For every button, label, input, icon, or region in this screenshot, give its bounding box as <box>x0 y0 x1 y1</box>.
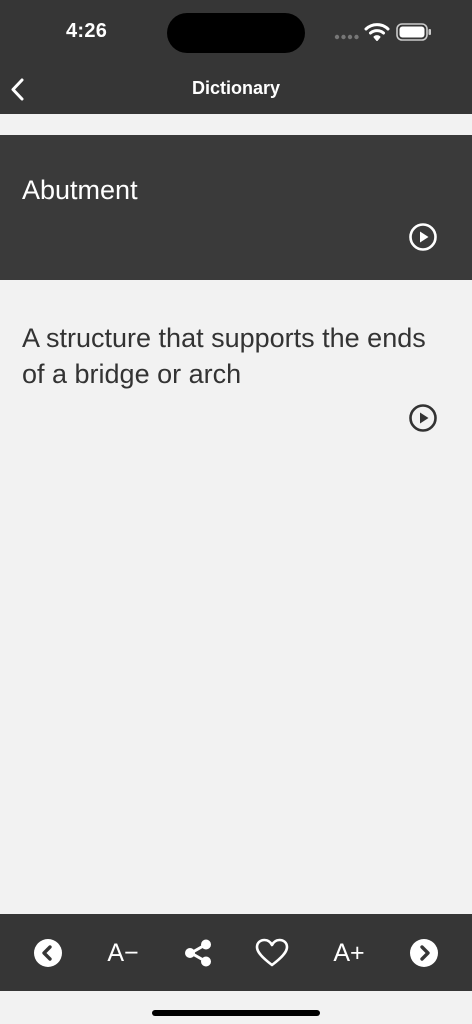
status-time: 4:26 <box>66 20 108 42</box>
increase-font-button[interactable]: A+ <box>326 934 372 972</box>
share-icon <box>185 939 211 967</box>
previous-circle-icon <box>34 939 62 967</box>
term-text: Abutment <box>22 175 138 205</box>
next-button[interactable] <box>406 934 442 972</box>
definition-panel: A structure that supports the ends of a … <box>0 280 472 914</box>
spacer <box>0 114 472 135</box>
wifi-icon <box>364 23 390 41</box>
favorite-button[interactable] <box>252 934 292 972</box>
play-circle-icon <box>409 404 437 432</box>
navigation-bar: Dictionary <box>0 64 472 114</box>
status-bar: 4:26 <box>0 0 472 64</box>
battery-icon <box>396 23 431 41</box>
page-title: Dictionary <box>191 78 281 98</box>
play-circle-icon <box>409 223 437 251</box>
previous-button[interactable] <box>30 934 66 972</box>
bottom-toolbar: A− A+ <box>0 914 472 991</box>
heart-icon <box>255 938 289 967</box>
decrease-font-label: A− <box>107 938 139 967</box>
share-button[interactable] <box>178 934 218 972</box>
next-circle-icon <box>410 939 438 967</box>
play-definition-button[interactable] <box>408 403 438 433</box>
definition-text: A structure that supports the ends of a … <box>22 323 426 389</box>
term-panel: Abutment <box>0 135 472 280</box>
dynamic-island <box>167 13 305 53</box>
home-indicator[interactable] <box>152 1010 320 1016</box>
play-term-button[interactable] <box>408 222 438 252</box>
increase-font-label: A+ <box>333 938 365 967</box>
decrease-font-button[interactable]: A− <box>100 934 146 972</box>
signal-icon <box>334 34 359 40</box>
home-area <box>0 991 472 1024</box>
